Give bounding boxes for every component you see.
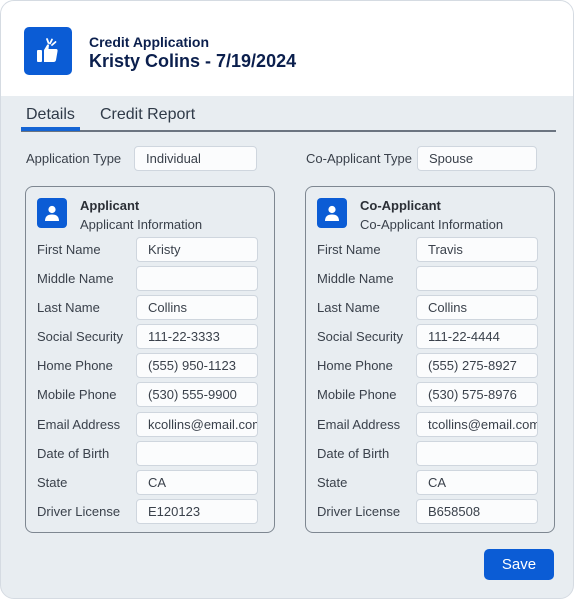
social-security-label: Social Security [37, 329, 123, 344]
middle-name-field[interactable] [136, 266, 258, 291]
person-icon [37, 198, 67, 228]
tab-credit-report[interactable]: Credit Report [100, 106, 195, 124]
co-social-security-label: Social Security [317, 329, 403, 344]
mobile-phone-label: Mobile Phone [37, 387, 117, 402]
co-applicant-subtitle: Co-Applicant Information [360, 217, 504, 232]
application-type-field[interactable]: Individual [134, 146, 257, 171]
last-name-field[interactable]: Collins [136, 295, 258, 320]
co-social-security-field[interactable]: 111-22-4444 [416, 324, 538, 349]
social-security-field[interactable]: 111-22-3333 [136, 324, 258, 349]
mobile-phone-field[interactable]: (530) 555-9900 [136, 382, 258, 407]
app-subtitle: Credit Application [89, 34, 210, 50]
thumbs-up-icon [24, 27, 72, 75]
co-first-name-label: First Name [317, 242, 381, 257]
co-middle-name-label: Middle Name [317, 271, 394, 286]
person-icon [317, 198, 347, 228]
co-state-field[interactable]: CA [416, 470, 538, 495]
co-state-label: State [317, 475, 348, 490]
co-driver-license-field[interactable]: B658508 [416, 499, 538, 524]
co-applicant-type-label: Co-Applicant Type [306, 151, 412, 166]
applicant-section: Applicant Applicant Information First Na… [25, 186, 275, 533]
co-last-name-field[interactable]: Collins [416, 295, 538, 320]
home-phone-field[interactable]: (555) 950-1123 [136, 353, 258, 378]
email-address-field[interactable]: kcollins@email.com [136, 412, 258, 437]
co-email-address-field[interactable]: tcollins@email.com [416, 412, 538, 437]
page-title: Kristy Colins - 7/19/2024 [89, 51, 297, 71]
co-mobile-phone-field[interactable]: (530) 575-8976 [416, 382, 538, 407]
header: Credit Application Kristy Colins - 7/19/… [1, 1, 573, 96]
driver-license-field[interactable]: E120123 [136, 499, 258, 524]
state-label: State [37, 475, 68, 490]
first-name-field[interactable]: Kristy [136, 237, 258, 262]
email-address-label: Email Address [37, 417, 121, 432]
co-last-name-label: Last Name [317, 300, 380, 315]
co-middle-name-field[interactable] [416, 266, 538, 291]
co-home-phone-field[interactable]: (555) 275-8927 [416, 353, 538, 378]
date-of-birth-field[interactable] [136, 441, 258, 466]
applicant-title: Applicant [80, 198, 140, 213]
applicant-subtitle: Applicant Information [80, 217, 203, 232]
driver-license-label: Driver License [37, 504, 121, 519]
state-field[interactable]: CA [136, 470, 258, 495]
co-date-of-birth-field[interactable] [416, 441, 538, 466]
co-applicant-type-field[interactable]: Spouse [417, 146, 537, 171]
co-applicant-section: Co-Applicant Co-Applicant Information Fi… [305, 186, 555, 533]
date-of-birth-label: Date of Birth [37, 446, 110, 461]
co-first-name-field[interactable]: Travis [416, 237, 538, 262]
co-applicant-title: Co-Applicant [360, 198, 441, 213]
co-email-address-label: Email Address [317, 417, 401, 432]
application-type-label: Application Type [26, 151, 122, 166]
tab-bar: Details Credit Report [21, 96, 556, 134]
tab-details[interactable]: Details [26, 106, 75, 124]
co-driver-license-label: Driver License [317, 504, 401, 519]
first-name-label: First Name [37, 242, 101, 257]
co-mobile-phone-label: Mobile Phone [317, 387, 397, 402]
co-home-phone-label: Home Phone [317, 358, 393, 373]
middle-name-label: Middle Name [37, 271, 114, 286]
tab-active-indicator [21, 127, 80, 131]
save-button[interactable]: Save [484, 549, 554, 580]
tab-baseline [21, 130, 556, 132]
co-date-of-birth-label: Date of Birth [317, 446, 390, 461]
home-phone-label: Home Phone [37, 358, 113, 373]
last-name-label: Last Name [37, 300, 100, 315]
credit-application-card: Credit Application Kristy Colins - 7/19/… [0, 0, 574, 599]
